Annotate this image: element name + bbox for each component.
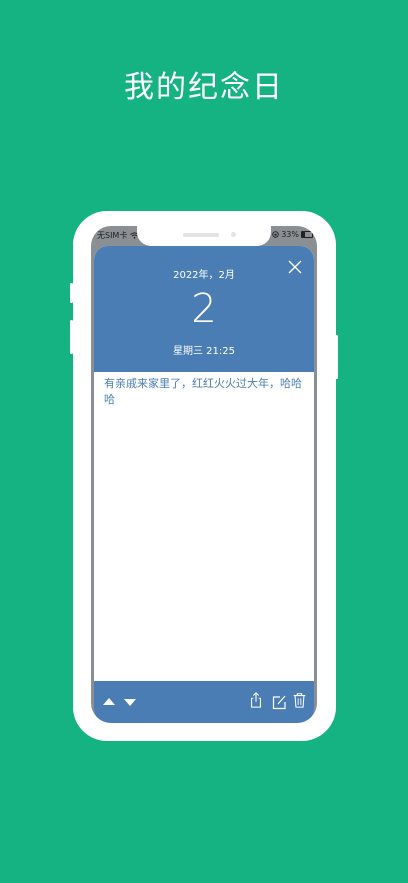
battery-icon bbox=[301, 231, 313, 238]
share-icon[interactable] bbox=[249, 692, 263, 708]
triangle-up-icon[interactable] bbox=[102, 694, 116, 710]
edit-icon[interactable] bbox=[272, 694, 286, 710]
weekday-time-label: 星期三 21:25 bbox=[173, 346, 235, 357]
phone-screen: 无SIM卡 33% 2022年，2月 2 星期三 21:25 有亲戚来家里了，红… bbox=[91, 226, 317, 723]
triangle-down-icon[interactable] bbox=[123, 694, 137, 710]
bottom-toolbar bbox=[94, 681, 314, 723]
phone-side-button bbox=[335, 335, 338, 379]
trash-icon[interactable] bbox=[292, 692, 307, 708]
year-month-label: 2022年，2月 bbox=[173, 270, 235, 281]
memorial-card: 2022年，2月 2 星期三 21:25 有亲戚来家里了，红红火火过大年，哈哈哈 bbox=[94, 246, 314, 723]
battery-percent: 33% bbox=[281, 230, 299, 239]
card-header: 2022年，2月 2 星期三 21:25 bbox=[94, 246, 314, 372]
orientation-lock-icon bbox=[272, 231, 279, 238]
promo-headline: 我的纪念日 bbox=[124, 70, 284, 105]
note-text: 有亲戚来家里了，红红火火过大年，哈哈哈 bbox=[104, 377, 302, 406]
phone-side-button bbox=[70, 283, 73, 303]
carrier-label: 无SIM卡 bbox=[97, 231, 128, 240]
speaker-grille bbox=[183, 233, 219, 237]
phone-side-button bbox=[70, 320, 73, 354]
front-camera bbox=[231, 232, 236, 237]
day-number: 2 bbox=[191, 286, 217, 332]
